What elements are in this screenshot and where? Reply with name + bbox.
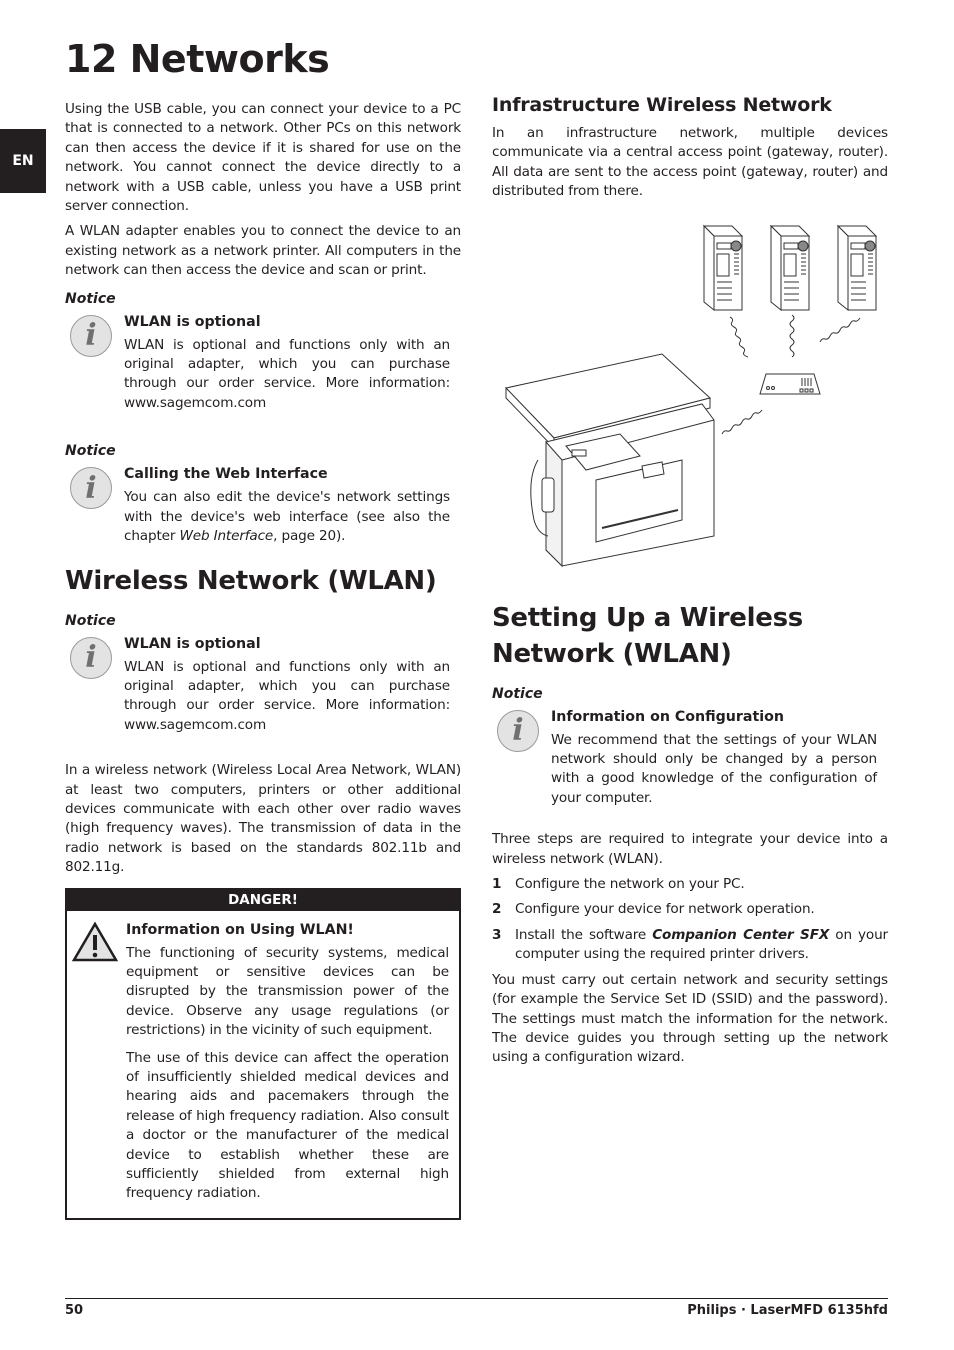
computer-icon [836,224,878,311]
notice-text: You can also edit the device's network s… [124,489,450,545]
intro-paragraph: A WLAN adapter enables you to connect th… [65,223,461,279]
notice-title: Calling the Web Interface [124,466,328,483]
notice-text: WLAN is optional and functions only with… [124,336,450,411]
notice-label: Notice [65,443,116,460]
page-number: 50 [65,1303,84,1318]
right-column: Infrastructure Wireless Network In an in… [492,92,888,1074]
setup-closing: You must carry out certain network and s… [492,971,888,1066]
intro-paragraph: Using the USB cable, you can connect you… [65,101,461,215]
notice-configuration: i Information on Configuration We recomm… [492,708,888,809]
left-column: Using the USB cable, you can connect you… [65,100,461,1220]
notice-wlan-optional-2: i WLAN is optional WLAN is optional and … [65,635,461,736]
section-heading-infrastructure: Infrastructure Wireless Network [492,94,832,116]
wlan-paragraph: In a wireless network (Wireless Local Ar… [65,762,461,876]
notice-label: Notice [492,685,543,702]
notice-title: Information on Configuration [551,708,784,725]
notice-web-interface: i Calling the Web Interface You can also… [65,465,461,546]
notice-wlan-optional: i WLAN is optional WLAN is optional and … [65,313,461,414]
product-name: Philips · LaserMFD 6135hfd [687,1303,888,1318]
section-heading-wireless-network: Wireless Network (WLAN) [65,565,437,596]
info-icon: i [70,636,112,679]
printer-icon [505,353,715,567]
step-item: 2 Configure your device for network opera… [492,901,815,918]
info-icon: i [70,467,112,510]
chapter-link[interactable]: Web Interface [179,528,273,544]
section-heading-setting-up: Setting Up a Wireless Network (WLAN) [492,602,803,669]
notice-title: WLAN is optional [124,313,261,330]
notice-text: WLAN is optional and functions only with… [124,658,450,733]
network-diagram [505,224,878,567]
language-label: EN [12,153,34,169]
notice-text: We recommend that the settings of your W… [551,731,877,806]
setup-steps: 1 Configure the network on your PC. 2 Conf… [492,875,888,965]
notice-title: WLAN is optional [124,635,261,652]
computer-icon [769,224,811,311]
danger-header: DANGER! [67,889,459,911]
step-item: 1 Configure the network on your PC. [492,876,745,893]
info-icon: i [70,314,112,357]
info-icon: i [497,709,539,752]
danger-text: The functioning of security systems, med… [126,944,449,1039]
notice-label: Notice [65,612,116,629]
infra-paragraph: In an infrastructure network, multiple d… [492,125,888,200]
danger-title: Information on Using WLAN! [126,921,354,938]
step-item: 3 Install the software Companion Center S… [492,926,888,963]
setup-intro: Three steps are required to integrate yo… [492,831,888,867]
computer-icon [702,224,744,311]
danger-box: DANGER! Information on Using WLAN! The f… [65,887,461,1220]
danger-text: The use of this device can affect the op… [126,1049,449,1202]
software-name: Companion Center SFX [652,926,830,943]
router-icon [759,373,821,395]
notice-label: Notice [65,290,116,307]
language-tab: EN [0,129,46,193]
footer-divider [65,1298,888,1299]
chapter-title: 12 Networks [65,37,330,81]
warning-icon [71,921,119,961]
